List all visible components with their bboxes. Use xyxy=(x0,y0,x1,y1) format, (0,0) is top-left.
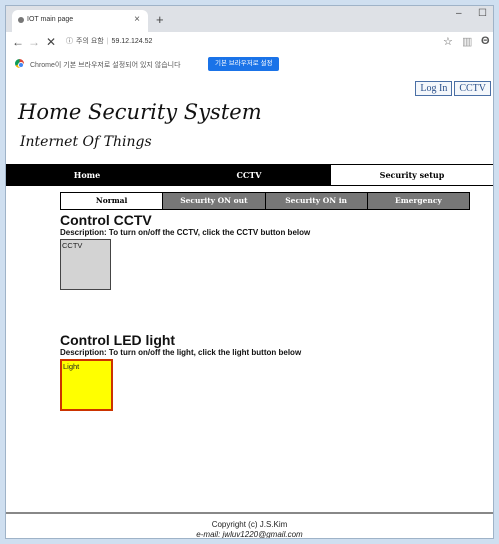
bookmark-star-icon[interactable]: ☆ xyxy=(443,35,453,48)
mode-security-on-out[interactable]: Security ON out xyxy=(162,193,265,209)
new-tab-icon[interactable]: + xyxy=(156,12,164,27)
web-page: Log In CCTV Home Security System Internet… xyxy=(6,74,493,539)
security-mode-nav: Normal Security ON out Security ON in Em… xyxy=(60,192,470,210)
light-toggle-button[interactable]: Light xyxy=(60,359,113,411)
forward-icon[interactable]: → xyxy=(28,35,40,49)
close-tab-icon[interactable]: × xyxy=(134,14,140,25)
nav-cctv[interactable]: CCTV xyxy=(168,165,330,185)
mode-normal[interactable]: Normal xyxy=(61,193,163,209)
page-title: Home Security System xyxy=(18,100,262,124)
cctv-section-description: Description: To turn on/off the CCTV, cl… xyxy=(60,228,311,237)
default-browser-infobar: Chrome이 기본 브라우저로 설정되어 있지 않습니다 기본 브라우저로 설… xyxy=(6,54,493,75)
page-favicon-icon xyxy=(18,17,24,23)
page-footer: Copyright (c) J.S.Kim e-mail: jwluv1220@… xyxy=(6,512,493,539)
main-nav: Home CCTV Security setup xyxy=(6,164,493,186)
address-toolbar: ← → ✕ ⓘ 주의 요함 | 59.12.124.52 ☆ ▥ Θ xyxy=(6,32,493,55)
cctv-section-title: Control CCTV xyxy=(60,212,152,228)
cctv-link-button[interactable]: CCTV xyxy=(454,81,491,96)
stop-icon[interactable]: ✕ xyxy=(46,35,56,49)
cctv-toggle-button[interactable]: CCTV xyxy=(60,239,111,290)
page-subtitle: Internet Of Things xyxy=(20,134,152,150)
info-icon[interactable]: ⓘ xyxy=(66,38,73,45)
light-section-title: Control LED light xyxy=(60,332,176,348)
tab-title: IOT main page xyxy=(27,16,74,23)
infobar-message: Chrome이 기본 브라우저로 설정되어 있지 않습니다 xyxy=(30,62,181,69)
minimize-icon[interactable]: – xyxy=(456,8,462,19)
back-icon[interactable]: ← xyxy=(12,35,24,49)
footer-copyright: Copyright (c) J.S.Kim xyxy=(211,520,288,529)
url-text: 59.12.124.52 xyxy=(111,38,153,45)
browser-window: IOT main page × + – ☐ ← → ✕ ⓘ 주의 요함 | 59.12… xyxy=(5,5,494,539)
set-default-browser-button[interactable]: 기본 브라우저로 설정 xyxy=(208,57,280,71)
chrome-logo-icon xyxy=(15,59,24,68)
footer-email: e-mail: jwluv1220@gmail.com xyxy=(196,530,303,539)
account-icon[interactable]: Θ xyxy=(481,35,490,47)
mode-emergency[interactable]: Emergency xyxy=(366,193,469,209)
extension-icon[interactable]: ▥ xyxy=(462,35,472,48)
browser-tab[interactable]: IOT main page × xyxy=(12,10,148,32)
nav-home[interactable]: Home xyxy=(6,165,168,185)
nav-security-setup[interactable]: Security setup xyxy=(330,165,493,185)
security-label: 주의 요함 xyxy=(76,38,104,45)
mode-security-on-in[interactable]: Security ON in xyxy=(264,193,367,209)
login-button[interactable]: Log In xyxy=(415,81,453,96)
top-buttons: Log In CCTV xyxy=(413,78,491,96)
tab-strip: IOT main page × + – ☐ xyxy=(6,6,493,32)
light-section-description: Description: To turn on/off the light, c… xyxy=(60,348,302,357)
maximize-icon[interactable]: ☐ xyxy=(478,8,487,19)
address-bar[interactable]: ⓘ 주의 요함 | 59.12.124.52 xyxy=(66,36,431,50)
